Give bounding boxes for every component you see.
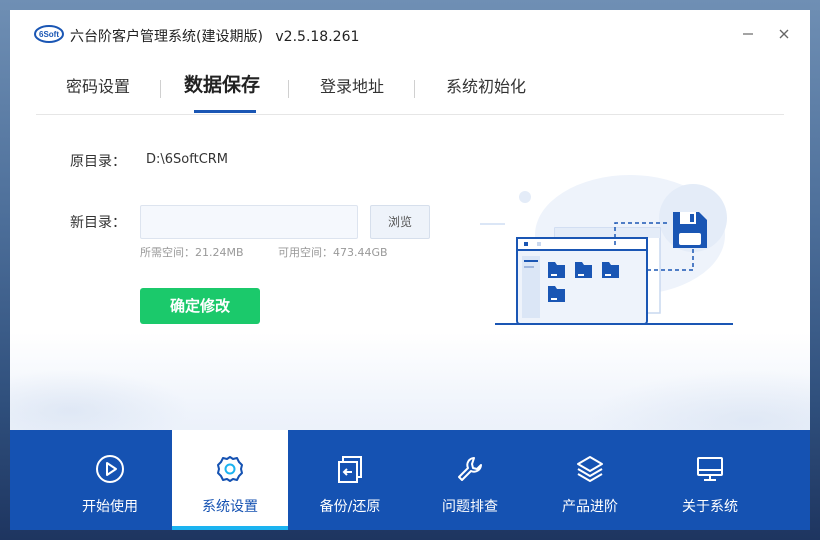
- nav-label: 备份/还原: [319, 499, 381, 515]
- nav-getting-started[interactable]: 开始使用: [52, 430, 168, 530]
- monitor-icon: [697, 457, 723, 481]
- nav-label: 开始使用: [82, 499, 138, 515]
- settings-tabs: 密码设置 数据保存 登录地址 系统初始化: [36, 72, 786, 116]
- nav-label: 系统设置: [202, 499, 258, 515]
- tab-system-init[interactable]: 系统初始化: [446, 72, 526, 112]
- new-dir-input[interactable]: [140, 205, 358, 239]
- close-button[interactable]: [772, 22, 796, 46]
- nav-label: 产品进阶: [562, 499, 618, 515]
- nav-troubleshoot[interactable]: 问题排查: [412, 430, 528, 530]
- tab-divider: [36, 114, 784, 115]
- tab-separator: [414, 80, 415, 98]
- nav-label: 问题排查: [442, 499, 498, 515]
- nav-product-advanced[interactable]: 产品进阶: [532, 430, 648, 530]
- title-bar[interactable]: 6Soft 六台阶客户管理系统(建设期版) v2.5.18.261: [10, 10, 810, 60]
- tab-separator: [160, 80, 161, 98]
- nav-system-settings[interactable]: 系统设置: [172, 430, 288, 530]
- app-logo: 6Soft: [34, 25, 64, 43]
- minimize-button[interactable]: [736, 22, 760, 46]
- window-title: 六台阶客户管理系统(建设期版) v2.5.18.261: [70, 26, 359, 46]
- save-illustration: [480, 175, 733, 325]
- layers-icon: [577, 456, 603, 482]
- minimize-icon: [743, 33, 753, 35]
- tab-data-save[interactable]: 数据保存: [184, 70, 260, 110]
- tab-password[interactable]: 密码设置: [66, 72, 130, 112]
- app-window: 6Soft 六台阶客户管理系统(建设期版) v2.5.18.261 密码设置 数…: [10, 10, 810, 530]
- close-icon: [779, 29, 789, 39]
- gear-icon: [217, 456, 243, 482]
- tab-separator: [288, 80, 289, 98]
- nav-label: 关于系统: [682, 499, 738, 515]
- app-version: v2.5.18.261: [275, 29, 360, 45]
- nav-about-system[interactable]: 关于系统: [652, 430, 768, 530]
- bottom-nav: 开始使用 系统设置 备份/还原 问题排查 产品进阶 关于系统: [10, 430, 810, 530]
- wrench-icon: [458, 457, 482, 481]
- play-icon: [96, 455, 124, 483]
- available-space: 可用空间：473.44GB: [278, 246, 388, 259]
- new-dir-label: 新目录：: [70, 215, 126, 231]
- logo-text: 6Soft: [39, 30, 59, 39]
- active-nav-indicator: [172, 526, 288, 530]
- orig-dir-value: D:\6SoftCRM: [146, 152, 229, 167]
- app-name: 六台阶客户管理系统(建设期版): [70, 29, 263, 45]
- browse-button[interactable]: 浏览: [370, 205, 430, 239]
- backup-restore-icon: [338, 456, 362, 483]
- orig-dir-label: 原目录：: [70, 154, 126, 170]
- tab-login-address[interactable]: 登录地址: [320, 72, 384, 112]
- active-tab-indicator: [194, 110, 256, 113]
- nav-backup-restore[interactable]: 备份/还原: [292, 430, 408, 530]
- required-space: 所需空间：21.24MB: [140, 246, 244, 259]
- confirm-button[interactable]: 确定修改: [140, 288, 260, 324]
